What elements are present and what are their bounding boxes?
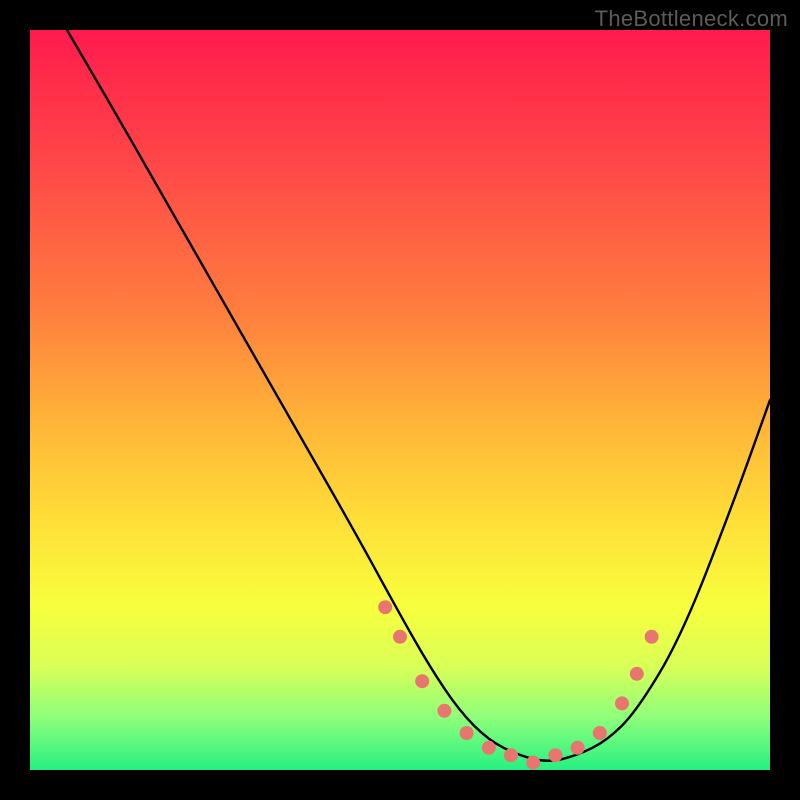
marker-dot	[437, 704, 451, 718]
marker-dot	[615, 696, 629, 710]
marker-dot	[415, 674, 429, 688]
marker-dot	[504, 748, 518, 762]
highlight-dots	[378, 600, 658, 769]
marker-dot	[378, 600, 392, 614]
marker-dot	[393, 630, 407, 644]
marker-dot	[593, 726, 607, 740]
marker-dot	[645, 630, 659, 644]
marker-dot	[526, 756, 540, 770]
plot-area	[30, 30, 770, 770]
marker-dot	[482, 741, 496, 755]
marker-dot	[460, 726, 474, 740]
watermark-text: TheBottleneck.com	[595, 6, 788, 32]
marker-dot	[571, 741, 585, 755]
marker-dot	[630, 667, 644, 681]
bottleneck-curve	[67, 30, 770, 761]
chart-svg	[30, 30, 770, 770]
marker-dot	[548, 748, 562, 762]
chart-frame: TheBottleneck.com	[0, 0, 800, 800]
